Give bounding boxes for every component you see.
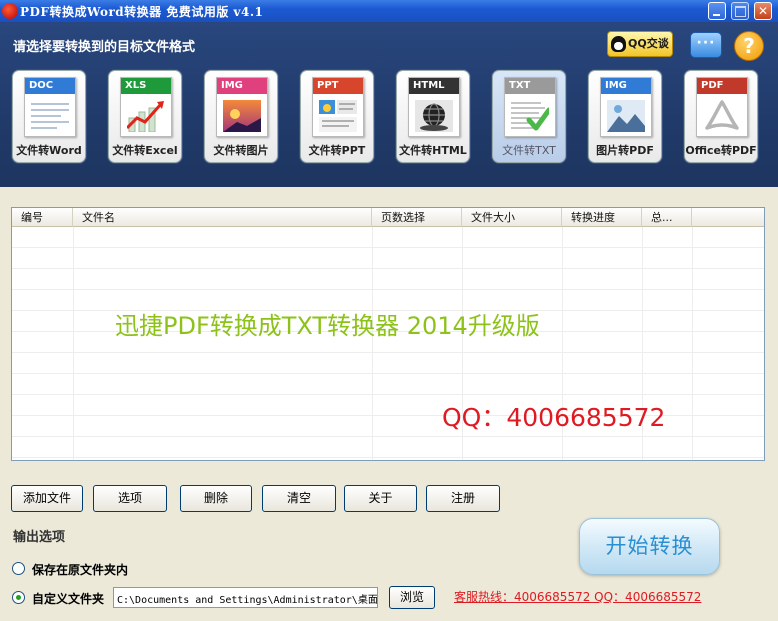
tile-label: Office转PDF (685, 144, 757, 157)
tile-file-to-word[interactable]: DOC 文件转Word (12, 70, 86, 163)
txt-check-icon: TXT (504, 77, 556, 137)
table-row (12, 437, 764, 458)
tile-label: 文件转PPT (308, 144, 366, 157)
qq-chat-button[interactable]: QQ交谈 (607, 31, 673, 57)
browse-button[interactable]: 浏览 (389, 586, 435, 609)
table-row (12, 248, 764, 269)
tile-file-to-html[interactable]: HTML 文件转HTML (396, 70, 470, 163)
column-page-selection[interactable]: 页数选择 (372, 208, 462, 227)
column-index[interactable]: 编号 (12, 208, 73, 227)
promo-qq: QQ：4006685572 (442, 403, 666, 432)
chat-bubble-icon: ··· (696, 35, 716, 51)
file-list[interactable]: 编号 文件名 页数选择 文件大小 转换进度 总... 迅捷PDF转换成TXT转换… (11, 207, 765, 461)
output-options-label: 输出选项 (13, 530, 66, 545)
image-photo-icon: IMG (216, 77, 268, 137)
window-title: PDF转换成Word转换器 免费试用版 v4.1 (20, 5, 264, 19)
help-button[interactable]: ? (734, 31, 764, 61)
column-filename[interactable]: 文件名 (73, 208, 372, 227)
image-landscape-icon: IMG (600, 77, 652, 137)
options-button[interactable]: 选项 (93, 485, 167, 512)
ppt-slide-icon: PPT (312, 77, 364, 137)
tile-image-to-pdf[interactable]: IMG 图片转PDF (588, 70, 662, 163)
clear-button[interactable]: 清空 (262, 485, 336, 512)
column-progress[interactable]: 转换进度 (562, 208, 642, 227)
tile-label: 文件转HTML (399, 144, 467, 157)
keep-original-label[interactable]: 保存在原文件夹内 (32, 561, 128, 578)
html-globe-icon: HTML (408, 77, 460, 137)
column-divider (692, 227, 693, 460)
file-list-header: 编号 文件名 页数选择 文件大小 转换进度 总... (12, 208, 764, 227)
tile-band: IMG (601, 78, 651, 94)
tile-label: 图片转PDF (596, 144, 654, 157)
pdf-acrobat-icon: PDF (696, 77, 748, 137)
tile-band: DOC (25, 78, 75, 94)
custom-folder-label[interactable]: 自定义文件夹 (32, 590, 104, 607)
keep-original-radio[interactable] (12, 562, 25, 575)
tile-band: PDF (697, 78, 747, 94)
support-hotline-link[interactable]: 客服热线：4006685572 QQ：4006685572 (454, 588, 701, 605)
about-button[interactable]: 关于 (344, 485, 417, 512)
add-file-button[interactable]: 添加文件 (11, 485, 83, 512)
output-path-input[interactable]: C:\Documents and Settings\Administrator\… (113, 587, 378, 608)
tile-file-to-excel[interactable]: XLS 文件转Excel (108, 70, 182, 163)
word-doc-icon: DOC (24, 77, 76, 137)
register-button[interactable]: 注册 (426, 485, 500, 512)
custom-folder-radio[interactable] (12, 591, 25, 604)
format-prompt: 请选择要转换到的目标文件格式 (13, 40, 196, 55)
tile-band: TXT (505, 78, 555, 94)
tile-band: XLS (121, 78, 171, 94)
delete-button[interactable]: 删除 (180, 485, 252, 512)
minimize-icon (709, 3, 725, 19)
table-row (12, 353, 764, 374)
tile-label: 文件转Word (16, 144, 82, 157)
column-file-size[interactable]: 文件大小 (462, 208, 562, 227)
tile-file-to-image[interactable]: IMG 文件转图片 (204, 70, 278, 163)
qq-penguin-icon (611, 36, 626, 52)
start-conversion-button[interactable]: 开始转换 (579, 518, 720, 575)
minimize-button[interactable] (708, 2, 726, 20)
chat-bubble-button[interactable]: ··· (690, 32, 722, 58)
separator (0, 187, 778, 207)
column-divider (73, 227, 74, 460)
table-row (12, 227, 764, 248)
qq-chat-label: QQ交谈 (628, 37, 669, 50)
tile-band: IMG (217, 78, 267, 94)
column-divider (372, 227, 373, 460)
title-bar: PDF转换成Word转换器 免费试用版 v4.1 ✕ (0, 0, 778, 22)
maximize-button[interactable] (731, 2, 749, 20)
tile-band: HTML (409, 78, 459, 94)
close-icon: ✕ (757, 4, 769, 18)
close-button[interactable]: ✕ (754, 2, 772, 20)
column-total[interactable]: 总... (642, 208, 692, 227)
app-icon[interactable] (2, 3, 18, 19)
tile-label: 文件转图片 (213, 144, 269, 157)
maximize-icon (732, 3, 748, 19)
table-row (12, 374, 764, 395)
excel-chart-icon: XLS (120, 77, 172, 137)
promo-headline: 迅捷PDF转换成TXT转换器 2014升级版 (115, 312, 540, 340)
format-panel: 请选择要转换到的目标文件格式 QQ交谈 ··· ? DOC 文件转Word XL… (0, 22, 778, 187)
tile-label: 文件转Excel (112, 144, 178, 157)
tile-file-to-ppt[interactable]: PPT 文件转PPT (300, 70, 374, 163)
tile-file-to-txt[interactable]: TXT 文件转TXT (492, 70, 566, 163)
tile-office-to-pdf[interactable]: PDF Office转PDF (684, 70, 758, 163)
tile-label: 文件转TXT (502, 144, 556, 157)
tile-band: PPT (313, 78, 363, 94)
question-mark-icon: ? (743, 34, 755, 58)
table-row (12, 269, 764, 290)
